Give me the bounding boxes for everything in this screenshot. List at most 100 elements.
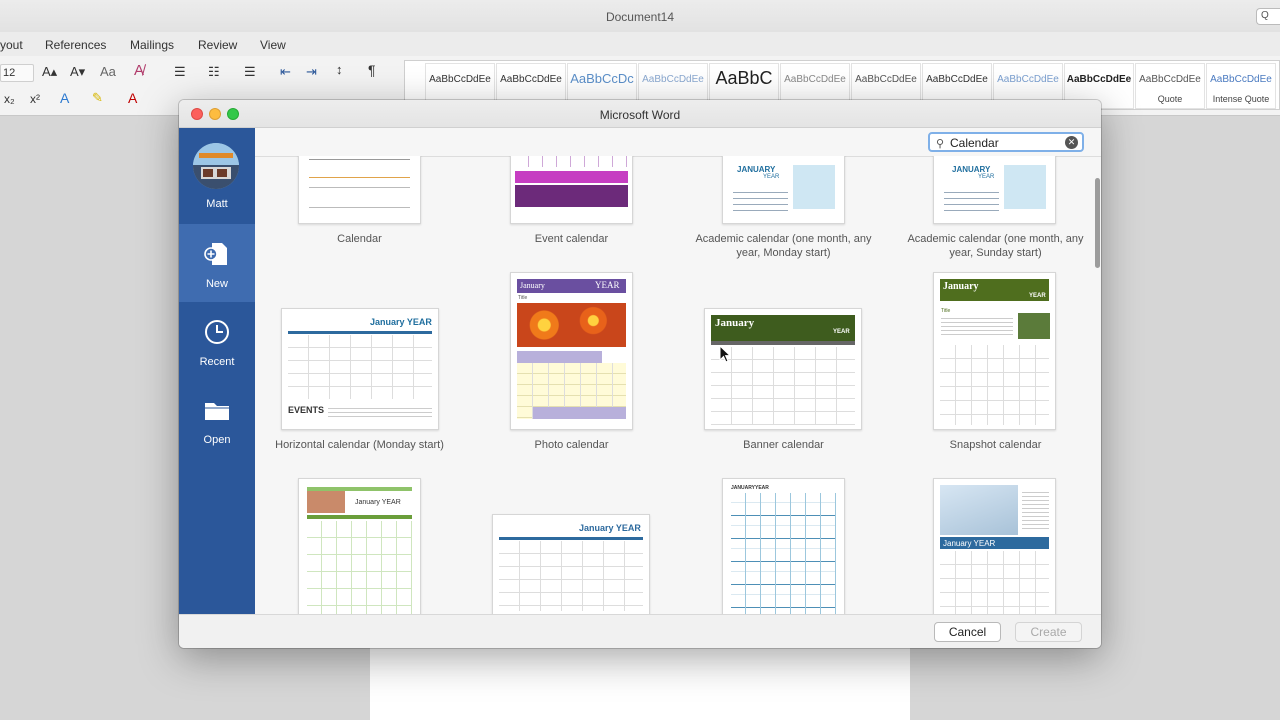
style-sample-text: AaBbCcDc	[570, 71, 634, 86]
style-gallery-item[interactable]: AaBbCcDdEe Intense Quote	[1206, 63, 1276, 109]
template-label: Academic calendar (one month, any year, …	[695, 233, 872, 259]
decrease-indent-icon[interactable]: ⇤	[280, 64, 291, 80]
thumb-month-text: JANUARY	[952, 165, 991, 174]
tab-layout[interactable]: yout	[0, 38, 23, 52]
dialog-footer: Cancel Create	[179, 614, 1101, 648]
style-sample-text: AaBbCcDdEe	[642, 74, 704, 85]
template-grid: Calendar Event calendar JANUARY YEAR Aca…	[255, 156, 1101, 614]
change-case-icon[interactable]: Aa	[100, 64, 116, 79]
style-sample-text: AaBbCcDdEe	[1210, 74, 1272, 85]
thumb-month-text: January	[520, 281, 545, 290]
clear-formatting-icon[interactable]: A̸	[134, 62, 144, 79]
bullets-icon[interactable]: ☰	[174, 64, 186, 80]
increase-indent-icon[interactable]: ⇥	[306, 64, 317, 80]
thumb-title-text: Title	[518, 295, 528, 301]
thumb-header-text: January YEAR	[370, 317, 432, 327]
template-search-box[interactable]: ⚲ ✕	[928, 132, 1084, 152]
folder-icon	[205, 403, 229, 420]
font-color-icon[interactable]: A	[128, 90, 137, 106]
tab-mailings[interactable]: Mailings	[130, 38, 174, 52]
font-size-select[interactable]: 12	[0, 64, 34, 82]
style-gallery-item[interactable]: AaBbCcDdEe Quote	[1135, 63, 1205, 109]
dialog-sidebar: Matt New Recent Open	[179, 128, 255, 614]
sidebar-item-recent[interactable]: Recent	[179, 302, 255, 380]
tab-review[interactable]: Review	[198, 38, 237, 52]
template-thumb-academic-sunday[interactable]: JANUARY YEAR	[933, 156, 1056, 224]
sidebar-item-label: Recent	[199, 356, 235, 368]
style-sample-text: AaBbCcDdEe	[1139, 74, 1201, 85]
thumb-year-text: YEAR	[978, 174, 995, 180]
template-thumb-calendar[interactable]	[298, 156, 421, 224]
create-button[interactable]: Create	[1015, 622, 1082, 642]
highlight-icon[interactable]: ✎	[92, 90, 103, 106]
template-label: Horizontal calendar (Monday start)	[275, 439, 444, 451]
thumb-month-text: JANUARY	[737, 165, 776, 174]
new-document-icon	[204, 243, 227, 265]
search-input[interactable]	[950, 135, 1060, 151]
show-formatting-icon[interactable]: ¶	[368, 62, 376, 78]
template-thumb-banner-calendar[interactable]: January YEAR	[704, 308, 862, 430]
template-thumb-green-calendar[interactable]: January YEAR	[298, 478, 421, 614]
sidebar-item-label: New	[205, 278, 228, 290]
dialog-title-bar: Microsoft Word	[179, 100, 1101, 128]
template-thumb-event-calendar[interactable]	[510, 156, 633, 224]
dialog-title: Microsoft Word	[599, 108, 681, 122]
thumb-header-text: January YEAR	[943, 539, 996, 548]
template-label: Academic calendar (one month, any year, …	[907, 233, 1084, 259]
document-page[interactable]	[370, 646, 910, 720]
style-sample-text: AaBbCcDdEe	[855, 74, 917, 85]
grow-font-icon[interactable]: A▴	[42, 64, 57, 80]
style-name-label: Quote	[1157, 94, 1183, 104]
document-title: Document14	[605, 10, 675, 24]
thumb-header-text: January YEAR	[355, 499, 401, 506]
thumb-year-text: YEAR	[833, 329, 850, 335]
sidebar-item-new[interactable]: New	[179, 224, 255, 302]
template-label: Photo calendar	[534, 439, 609, 451]
thumb-title-text: Title	[941, 308, 951, 314]
thumb-year-text: YEAR	[1029, 293, 1046, 299]
shrink-font-icon[interactable]: A▾	[70, 64, 85, 80]
sidebar-item-open[interactable]: Open	[179, 380, 255, 458]
template-thumb-photo-blue-calendar[interactable]: January YEAR	[933, 478, 1056, 614]
cancel-button[interactable]: Cancel	[934, 622, 1001, 642]
style-sample-text: AaBbCcDdEe	[429, 74, 491, 85]
template-thumb-snapshot-calendar[interactable]: January YEAR Title	[933, 272, 1056, 430]
text-effects-icon[interactable]: A	[60, 90, 69, 106]
superscript-icon[interactable]: x²	[30, 92, 40, 106]
template-thumb-horizontal-calendar[interactable]: January YEAR EVENTS	[281, 308, 439, 430]
subscript-icon[interactable]: x₂	[4, 92, 15, 106]
template-gallery-dialog: Microsoft Word Matt New Recent Open ⚲ Ca…	[179, 100, 1101, 648]
user-name: Matt	[206, 198, 228, 210]
thumb-month-text: January	[943, 281, 979, 292]
numbering-icon[interactable]: ☷	[208, 64, 220, 80]
style-sample-text: AaBbCcDdEe	[1066, 74, 1132, 85]
style-sample-text: AaBbCcDdEe	[784, 74, 846, 85]
template-thumb-photo-calendar[interactable]: January YEAR Title	[510, 272, 633, 430]
tab-view[interactable]: View	[260, 38, 286, 52]
style-sample-text: AaBbC	[715, 68, 773, 88]
template-thumb-weekly-calendar[interactable]: JANUARYYEAR	[722, 478, 845, 614]
template-label: Banner calendar	[743, 439, 824, 451]
template-thumb-blue-horizontal[interactable]: January YEAR	[492, 514, 650, 614]
template-content-area: ⚲ ✕ Calendar Event calendar JANUARY	[255, 128, 1101, 614]
search-icon[interactable]: Q	[1256, 8, 1280, 25]
tab-references[interactable]: References	[45, 38, 106, 52]
template-label: Event calendar	[534, 233, 609, 245]
thumb-events-text: EVENTS	[288, 405, 325, 415]
multilevel-list-icon[interactable]: ☰	[244, 64, 256, 80]
style-sample-text: AaBbCcDdEe	[997, 74, 1059, 85]
word-title-bar: Document14 Q	[0, 0, 1280, 32]
template-scrollbar[interactable]	[1095, 178, 1100, 268]
mouse-cursor-icon	[719, 345, 731, 363]
sort-icon[interactable]: ↕	[336, 62, 343, 77]
thumb-header-text: January YEAR	[579, 523, 641, 533]
style-name-label: Intense Quote	[1212, 94, 1270, 104]
thumb-year-text: YEAR	[595, 280, 620, 290]
avatar[interactable]	[193, 143, 239, 189]
sidebar-item-label: Open	[203, 434, 231, 446]
style-sample-text: AaBbCcDdEe	[500, 74, 562, 85]
clear-search-icon[interactable]: ✕	[1065, 136, 1078, 149]
clock-icon	[205, 320, 229, 344]
template-thumb-academic-monday[interactable]: JANUARY YEAR	[722, 156, 845, 224]
search-icon: ⚲	[936, 138, 945, 150]
